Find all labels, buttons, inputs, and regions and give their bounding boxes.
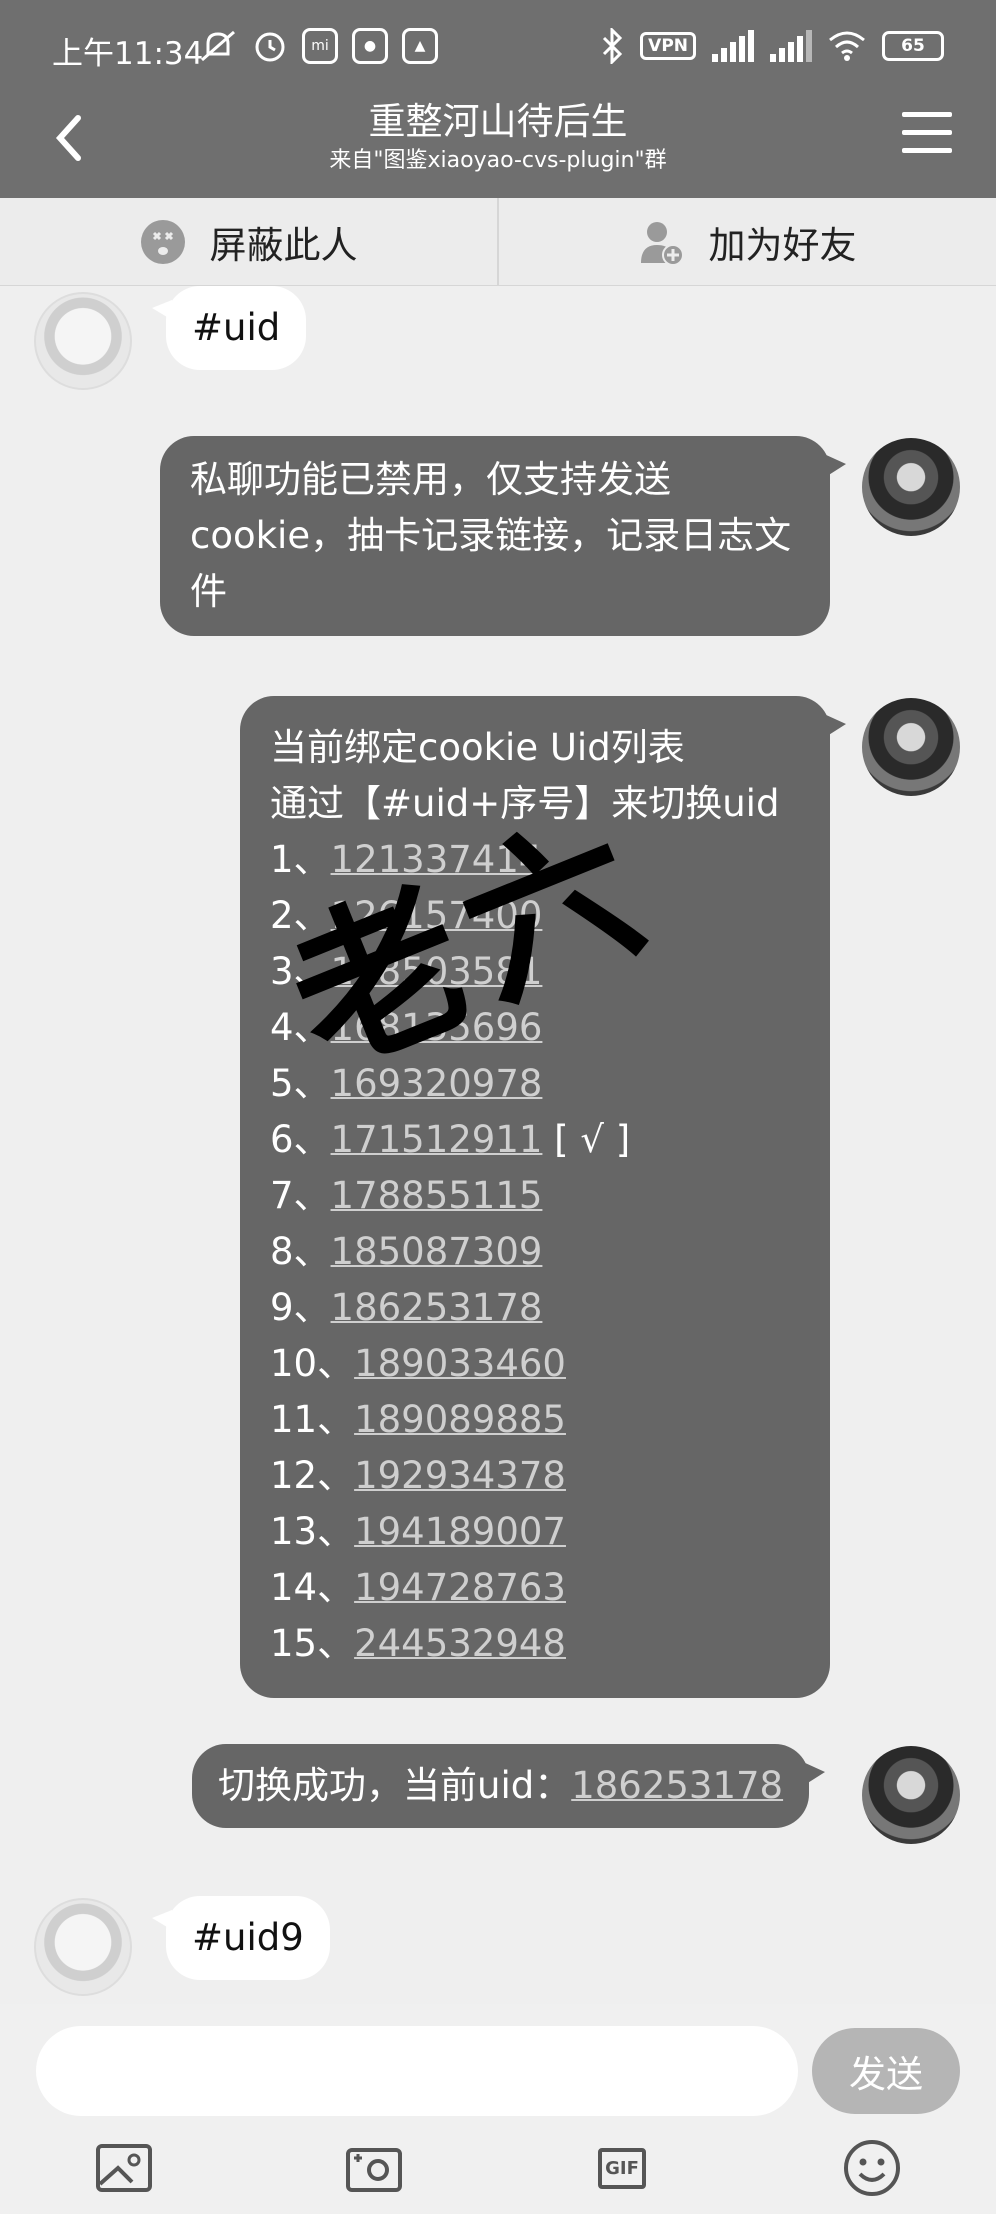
uid-list-header: 当前绑定cookie Uid列表 [270, 726, 685, 769]
emoji-icon[interactable] [842, 2138, 902, 2198]
uid-list-item: 14、194728763 [270, 1560, 804, 1616]
signal-icon-2 [770, 30, 812, 62]
uid-index: 13、 [270, 1510, 355, 1553]
message-input[interactable] [36, 2026, 798, 2116]
uid-index: 8、 [270, 1230, 331, 1273]
mute-bell-icon [201, 30, 235, 62]
image-icon[interactable] [94, 2138, 154, 2198]
uid-list-item: 7、178855115 [270, 1168, 804, 1224]
incoming-message: #uid [151, 286, 307, 370]
wifi-icon [829, 31, 865, 61]
status-time: 上午11:34 [52, 36, 204, 72]
uid-link[interactable]: 192934378 [354, 1454, 566, 1497]
uid-link[interactable]: 189089885 [354, 1398, 566, 1441]
status-system-icons: VPN 65 [600, 28, 944, 64]
uid-link[interactable]: 126157400 [331, 894, 543, 937]
uid-index: 7、 [270, 1174, 331, 1217]
page-subtitle: 来自"图鉴xiaoyao-cvs-plugin"群 [329, 148, 667, 173]
uid-index: 14、 [270, 1566, 355, 1609]
chat-message-list[interactable]: #uid 私聊功能已禁用，仅支持发送cookie，抽卡记录链接，记录日志文件 当… [0, 286, 996, 2004]
bluetooth-icon [603, 28, 623, 64]
uid-link[interactable]: 186253178 [331, 1286, 543, 1329]
uid-list-item: 5、169320978 [270, 1056, 804, 1112]
uid-link[interactable]: 171512911 [331, 1118, 543, 1161]
input-bar: 发送 GIF [0, 2004, 996, 2214]
uid-list: 1、121337414 2、126157400 3、128503581 4、16813… [270, 832, 804, 1672]
uid-link[interactable]: 178855115 [331, 1174, 543, 1217]
cat-app-icon: ● [352, 28, 388, 64]
uid-link[interactable]: 185087309 [331, 1230, 543, 1273]
current-uid-link[interactable]: 186253178 [571, 1764, 783, 1807]
uid-list-item: 10、189033460 [270, 1336, 804, 1392]
camera-icon[interactable] [344, 2138, 404, 2198]
menu-icon[interactable] [902, 112, 952, 162]
add-friend-button[interactable]: 加为好友 [497, 198, 996, 285]
my-avatar[interactable] [862, 698, 960, 796]
sender-avatar[interactable] [34, 292, 132, 390]
block-face-icon [140, 219, 185, 264]
uid-list-item: 4、168135696 [270, 1000, 804, 1056]
uid-list-item: 9、186253178 [270, 1280, 804, 1336]
uid-link[interactable]: 168135696 [331, 1006, 543, 1049]
mi-app-icon: mi [302, 28, 338, 64]
switch-success-message: 切换成功，当前uid：186253178 [192, 1744, 826, 1828]
send-button[interactable]: 发送 [812, 2028, 960, 2114]
status-notification-icons: mi ● ▲ [198, 28, 438, 64]
switch-success-text: 切换成功，当前uid： [218, 1764, 572, 1807]
block-user-button[interactable]: 屏蔽此人 [0, 198, 497, 285]
uid-list-item: 2、126157400 [270, 888, 804, 944]
battery-icon: 65 [882, 31, 944, 61]
uid-index: 11、 [270, 1398, 355, 1441]
qq-app-icon: ▲ [402, 28, 438, 64]
vpn-icon: VPN [640, 32, 696, 60]
uid-index: 1、 [270, 838, 331, 881]
uid-list-item: 15、244532948 [270, 1616, 804, 1672]
add-person-icon [640, 221, 684, 265]
incoming-message: #uid9 [152, 1896, 330, 1980]
uid-list-item: 1、121337414 [270, 832, 804, 888]
uid-link[interactable]: 189033460 [354, 1342, 566, 1385]
uid-index: 10、 [270, 1342, 355, 1385]
alarm-icon [255, 32, 285, 62]
title-bar: 上午11:34 mi ● ▲ VPN 65 重整河山待后生 来自"图鉴xiaoy… [0, 0, 996, 198]
page-title: 重整河山待后生 [368, 100, 628, 143]
uid-list-item: 8、185087309 [270, 1224, 804, 1280]
uid-index: 15、 [270, 1622, 355, 1665]
uid-index: 12、 [270, 1454, 355, 1497]
block-user-label: 屏蔽此人 [209, 223, 358, 267]
gif-icon[interactable]: GIF [592, 2138, 652, 2198]
outgoing-message: 私聊功能已禁用，仅支持发送cookie，抽卡记录链接，记录日志文件 [160, 436, 846, 636]
uid-list-instruction: 通过【#uid+序号】来切换uid [270, 782, 780, 825]
my-avatar[interactable] [862, 1746, 960, 1844]
signal-icon [712, 30, 754, 62]
uid-link[interactable]: 194189007 [354, 1510, 566, 1553]
chat-title: 重整河山待后生 来自"图鉴xiaoyao-cvs-plugin"群 [200, 98, 796, 176]
my-avatar[interactable] [862, 438, 960, 536]
uid-link[interactable]: 169320978 [331, 1062, 543, 1105]
add-friend-label: 加为好友 [708, 223, 857, 267]
uid-index: 9、 [270, 1286, 331, 1329]
uid-list-item: 12、192934378 [270, 1448, 804, 1504]
uid-list-item: 6、171512911 [ √ ] [270, 1112, 804, 1168]
sender-avatar[interactable] [34, 1898, 132, 1996]
current-uid-mark: [ √ ] [542, 1118, 631, 1161]
uid-index: 6、 [270, 1118, 331, 1161]
uid-list-item: 13、194189007 [270, 1504, 804, 1560]
action-bar: 屏蔽此人 加为好友 [0, 198, 996, 286]
uid-list-item: 11、189089885 [270, 1392, 804, 1448]
uid-list-item: 3、128503581 [270, 944, 804, 1000]
uid-link[interactable]: 194728763 [354, 1566, 566, 1609]
back-arrow-icon[interactable] [44, 108, 94, 168]
gif-label: GIF [598, 2147, 646, 2189]
uid-index: 2、 [270, 894, 331, 937]
uid-index: 5、 [270, 1062, 331, 1105]
uid-link[interactable]: 128503581 [331, 950, 543, 993]
uid-link[interactable]: 121337414 [331, 838, 543, 881]
uid-index: 4、 [270, 1006, 331, 1049]
uid-link[interactable]: 244532948 [354, 1622, 566, 1665]
uid-index: 3、 [270, 950, 331, 993]
status-bar: 上午11:34 mi ● ▲ VPN 65 [0, 0, 996, 96]
uid-list-message: 当前绑定cookie Uid列表 通过【#uid+序号】来切换uid 1、121… [240, 696, 846, 1698]
